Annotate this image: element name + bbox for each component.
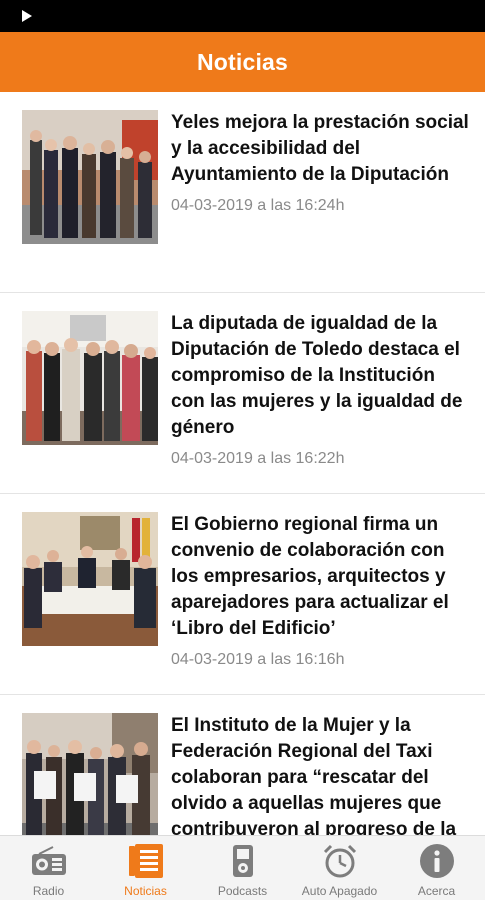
news-text: Yeles mejora la prestación social y la a… [171, 110, 471, 216]
nav-item-radio[interactable]: Radio [0, 836, 97, 900]
radio-icon [29, 842, 69, 880]
nav-item-podcasts[interactable]: Podcasts [194, 836, 291, 900]
nav-item-acerca[interactable]: Acerca [388, 836, 485, 900]
news-thumbnail[interactable] [22, 311, 158, 445]
news-text: El Instituto de la Mujer y la Federación… [171, 713, 471, 835]
news-text: El Gobierno regional firma un convenio d… [171, 512, 471, 670]
play-icon [22, 10, 32, 22]
news-date: 04-03-2019 a las 16:24h [171, 197, 345, 214]
status-bar [0, 0, 485, 32]
news-text: La diputada de igualdad de la Diputación… [171, 311, 471, 469]
news-thumbnail[interactable] [22, 512, 158, 646]
nav-item-auto-apagado[interactable]: Auto Apagado [291, 836, 388, 900]
news-headline: La diputada de igualdad de la Diputación… [171, 313, 463, 438]
nav-label: Noticias [124, 884, 167, 898]
news-headline: El Gobierno regional firma un convenio d… [171, 514, 449, 639]
news-item[interactable]: Yeles mejora la prestación social y la a… [0, 92, 485, 293]
nav-label: Radio [32, 884, 65, 898]
news-date: 04-03-2019 a las 16:22h [171, 450, 345, 467]
app-bar: Noticias [0, 32, 485, 92]
alarm-clock-icon [320, 842, 360, 880]
info-icon [417, 842, 457, 880]
news-item[interactable]: El Instituto de la Mujer y la Federación… [0, 695, 485, 835]
page-title: Noticias [196, 48, 289, 75]
nav-label: Acerca [417, 884, 456, 898]
news-icon [126, 842, 166, 880]
news-thumbnail[interactable] [22, 110, 158, 244]
news-date: 04-03-2019 a las 16:16h [171, 651, 345, 668]
ipod-icon [223, 842, 263, 880]
news-item[interactable]: La diputada de igualdad de la Diputación… [0, 293, 485, 494]
nav-item-noticias[interactable]: Noticias [97, 836, 194, 900]
news-list[interactable]: Yeles mejora la prestación social y la a… [0, 92, 485, 835]
nav-label: Auto Apagado [301, 884, 378, 898]
news-headline: El Instituto de la Mujer y la Federación… [171, 715, 457, 835]
news-headline: Yeles mejora la prestación social y la a… [171, 112, 469, 185]
nav-label: Podcasts [217, 884, 268, 898]
news-item[interactable]: El Gobierno regional firma un convenio d… [0, 494, 485, 695]
news-thumbnail[interactable] [22, 713, 158, 835]
bottom-navigation: Radio Noticias Podcasts Auto Apagado Ace… [0, 835, 485, 900]
